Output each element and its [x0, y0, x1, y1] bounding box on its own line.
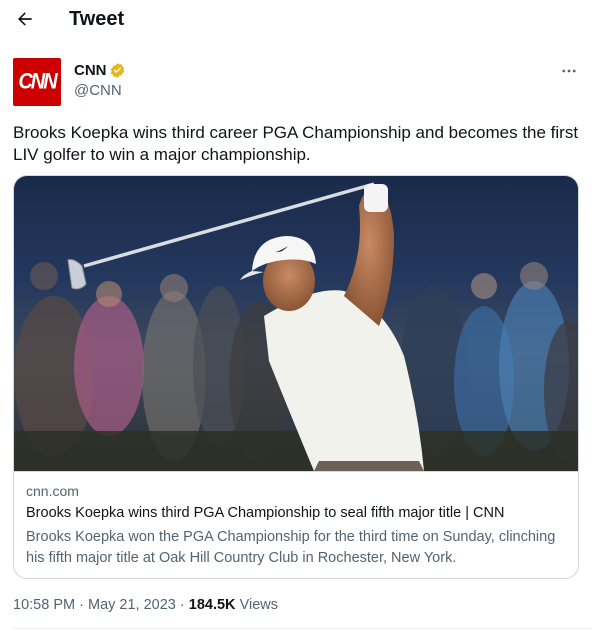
divider — [13, 628, 592, 629]
tweet-meta: 10:58 PM · May 21, 2023 · 184.5K Views — [13, 597, 278, 613]
page-title: Tweet — [69, 8, 125, 30]
author-name[interactable]: CNN — [74, 62, 107, 79]
back-button[interactable] — [10, 4, 40, 34]
arrow-left-icon — [18, 12, 32, 26]
card-image[interactable] — [14, 176, 578, 471]
card-title: Brooks Koepka wins third PGA Championshi… — [26, 505, 505, 521]
avatar-logo-text: CNN — [18, 69, 57, 94]
verified-badge-icon — [109, 62, 126, 79]
card-description: Brooks Koepka won the PGA Championship f… — [26, 529, 556, 566]
more-options-button[interactable] — [556, 58, 582, 84]
meta-separator: · — [179, 597, 185, 613]
more-horizontal-icon — [562, 69, 576, 73]
tweet-text: Brooks Koepka wins third career PGA Cham… — [13, 123, 579, 164]
author-handle[interactable]: @CNN — [74, 82, 122, 99]
card-body[interactable]: cnn.com Brooks Koepka wins third PGA Cha… — [14, 471, 578, 578]
views-label: Views — [239, 597, 278, 613]
tweet-date[interactable]: May 21, 2023 — [88, 597, 176, 613]
avatar[interactable]: CNN — [13, 58, 61, 106]
link-card[interactable]: cnn.com Brooks Koepka wins third PGA Cha… — [13, 175, 579, 579]
views-count: 184.5K — [188, 597, 236, 613]
tweet-time[interactable]: 10:58 PM — [13, 597, 75, 613]
meta-separator: · — [79, 597, 84, 613]
page-header: Tweet — [0, 0, 605, 40]
card-domain: cnn.com — [26, 483, 79, 499]
